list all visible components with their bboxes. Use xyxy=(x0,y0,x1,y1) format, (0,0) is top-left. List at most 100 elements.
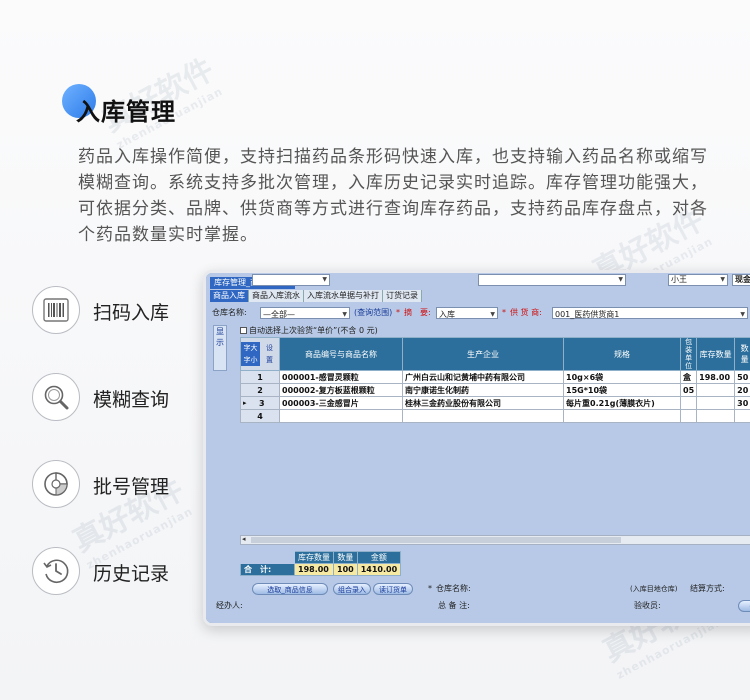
chevron-down-icon: ▼ xyxy=(322,276,327,283)
column-header[interactable]: 数量 xyxy=(734,337,750,371)
spec-cell[interactable]: 每片重0.21g(薄膜衣片) xyxy=(563,396,681,410)
totals-qty: 100 xyxy=(333,563,358,576)
settle-label: 结算方式: xyxy=(690,584,725,593)
tab-order-records[interactable]: 订货记录 xyxy=(383,290,422,302)
required-mark: * xyxy=(396,308,400,317)
tab-inbound-receipts[interactable]: 入库流水单据与补打 xyxy=(304,290,383,302)
column-header[interactable]: 包装单位 xyxy=(679,337,698,371)
feature-history: 历史记录 xyxy=(32,547,232,597)
column-header[interactable]: 生产企业 xyxy=(402,337,564,371)
remark-label: 总 备 注: xyxy=(438,601,470,610)
app-window: 库存管理_商品入库 × 商品入库 商品入库流水 入库流水单据与补打 订货记录 仓… xyxy=(203,270,750,626)
grid-corner: 字大 设 字小 置 xyxy=(240,337,280,371)
font-smaller-button[interactable]: 字小 xyxy=(241,354,260,366)
stock-cell[interactable] xyxy=(696,383,736,397)
page-title: 入库管理 xyxy=(76,98,176,126)
auto-select-option[interactable]: 自动选择上次验货“单价”(不含 0 元) xyxy=(240,325,378,336)
read-order-button[interactable]: 读订货单 xyxy=(373,583,413,595)
chevron-down-icon: ▼ xyxy=(618,276,623,283)
filter-row: 仓库名称: —全部— ▼ (查询范围) * 摘 要: 入库 ▼ * 供 货 商: 0… xyxy=(212,306,750,320)
combo-entry-button[interactable]: 组合录入 xyxy=(333,583,371,595)
spec-cell[interactable] xyxy=(563,409,681,423)
feature-scan: 扫码入库 xyxy=(32,286,232,336)
column-header[interactable]: 规格 xyxy=(563,337,681,371)
qty-cell[interactable]: 20 xyxy=(734,383,750,397)
feature-label: 批号管理 xyxy=(93,476,170,498)
warehouse-note: (入库目地仓库) xyxy=(630,585,678,593)
totals-amount: 1410.00 xyxy=(356,563,402,576)
table-row[interactable]: 4 xyxy=(240,409,750,423)
required-mark: * xyxy=(428,584,432,593)
totals-header: 数量 xyxy=(333,551,358,564)
choose-product-button[interactable]: 选取_商品信息 xyxy=(252,583,328,595)
maker-cell[interactable]: 广州白云山和记黄埔中药有限公司 xyxy=(402,370,564,384)
table-row[interactable]: 2 000002-复方板蓝根颗粒 南宁康诺生化制药 15G*10袋 05 20 xyxy=(240,383,750,397)
product-cell[interactable]: 000001-感冒灵颗粒 xyxy=(279,370,403,384)
maker-cell[interactable]: 桂林三金药业股份有限公司 xyxy=(402,396,564,410)
tab-inbound-flow[interactable]: 商品入库流水 xyxy=(249,290,304,302)
feature-label: 历史记录 xyxy=(93,563,170,585)
spec-cell[interactable]: 10g×6袋 xyxy=(563,370,681,384)
warehouse-select[interactable]: —全部— ▼ xyxy=(260,307,350,319)
auto-select-checkbox[interactable] xyxy=(240,327,247,334)
totals-stock: 198.00 xyxy=(294,563,334,576)
totals-header: 库存数量 xyxy=(294,551,334,564)
qty-cell[interactable] xyxy=(734,409,750,423)
scroll-left-icon[interactable]: ◂ xyxy=(242,535,246,543)
settings-button[interactable]: 设 xyxy=(260,342,279,354)
font-larger-button[interactable]: 字大 xyxy=(241,342,260,354)
required-mark: * xyxy=(502,308,506,317)
settle-select[interactable]: 现金 xyxy=(732,274,750,286)
remark-input[interactable]: ▼ xyxy=(478,274,626,286)
horizontal-scrollbar[interactable]: ◂ xyxy=(240,535,750,545)
qty-cell[interactable]: 50 xyxy=(734,370,750,384)
query-range-label: (查询范围) xyxy=(354,308,393,317)
product-table: 字大 设 字小 置 商品编号与商品名称 生产企业 规格 包装单位 库存数量 数量… xyxy=(240,337,750,423)
product-grid: 字大 设 字小 置 商品编号与商品名称 生产企业 规格 包装单位 库存数量 数量… xyxy=(240,337,750,547)
scrollbar-thumb[interactable] xyxy=(251,537,621,543)
column-header[interactable]: 商品编号与商品名称 xyxy=(279,337,403,371)
tab-inbound[interactable]: 商品入库 xyxy=(210,290,249,302)
row-number: 1 xyxy=(240,370,280,384)
stock-cell[interactable]: 198.00 xyxy=(696,370,736,384)
chevron-down-icon: ▼ xyxy=(490,311,495,318)
chevron-down-icon: ▼ xyxy=(342,311,347,318)
operator-label: 经办人: xyxy=(216,601,243,610)
subtab-bar: 商品入库 商品入库流水 入库流水单据与补打 订货记录 xyxy=(210,290,422,302)
unit-cell[interactable] xyxy=(679,409,698,423)
feature-label: 扫码入库 xyxy=(93,302,170,324)
maker-cell[interactable] xyxy=(402,409,564,423)
table-row[interactable]: 1 000001-感冒灵颗粒 广州白云山和记黄埔中药有限公司 10g×6袋 盒 … xyxy=(240,370,750,384)
row-number: 2 xyxy=(240,383,280,397)
qty-cell[interactable]: 30 xyxy=(734,396,750,410)
inspector-select[interactable]: 小王 ▼ xyxy=(668,274,728,286)
product-cell[interactable]: 000002-复方板蓝根颗粒 xyxy=(279,383,403,397)
stock-cell[interactable] xyxy=(696,396,736,410)
summary-select[interactable]: 入库 ▼ xyxy=(436,307,498,319)
supplier-label: 供 货 商: xyxy=(510,308,542,317)
show-button[interactable]: 显示 xyxy=(213,325,227,371)
inspector-label: 验收员: xyxy=(634,601,661,610)
current-row-marker: ▸ xyxy=(243,398,247,407)
feature-fuzzy-search: 模糊查询 xyxy=(32,373,232,423)
table-row[interactable]: ▸ 3 000003-三金感冒片 桂林三金药业股份有限公司 每片重0.21g(薄膜… xyxy=(240,396,750,410)
history-clock-icon xyxy=(32,547,80,595)
bottom-warehouse-label: 仓库名称: xyxy=(436,584,471,593)
product-cell[interactable] xyxy=(279,409,403,423)
unit-cell[interactable]: 05 xyxy=(679,383,698,397)
pie-chart-icon xyxy=(32,460,80,508)
stock-cell[interactable] xyxy=(696,409,736,423)
column-header[interactable]: 库存数量 xyxy=(696,337,736,371)
save-button[interactable]: 保 xyxy=(738,600,750,612)
product-cell[interactable]: 000003-三金感冒片 xyxy=(279,396,403,410)
maker-cell[interactable]: 南宁康诺生化制药 xyxy=(402,383,564,397)
spec-cell[interactable]: 15G*10袋 xyxy=(563,383,681,397)
totals-label: 合 计: xyxy=(240,563,295,576)
unit-cell[interactable] xyxy=(679,396,698,410)
settings-button[interactable]: 置 xyxy=(260,354,279,366)
operator-select[interactable]: ▼ xyxy=(252,274,330,286)
supplier-select[interactable]: 001_医药供货商1 ▼ xyxy=(552,307,748,319)
totals-panel: 库存数量 数量 金额 合 计: 198.00 100 1410.00 xyxy=(240,551,402,577)
feature-batch: 批号管理 xyxy=(32,460,232,510)
unit-cell[interactable]: 盒 xyxy=(679,370,698,384)
